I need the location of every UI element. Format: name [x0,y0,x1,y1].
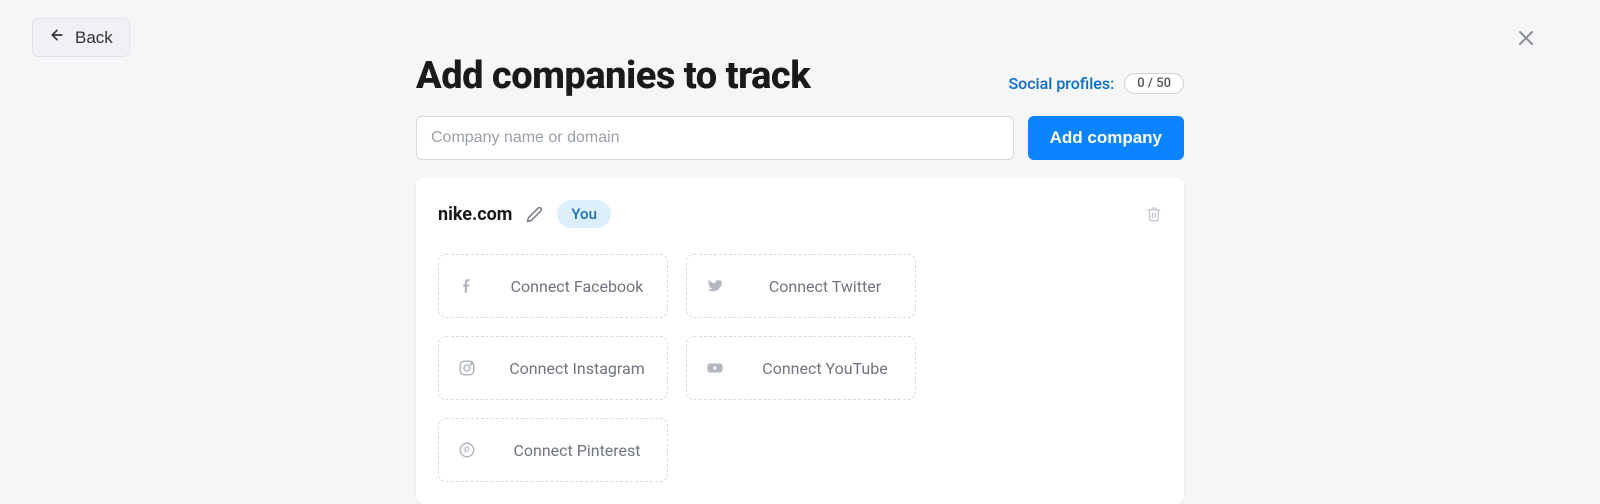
instagram-icon [457,359,477,377]
facebook-icon [457,277,477,295]
connect-instagram-label: Connect Instagram [505,359,649,378]
close-icon [1514,35,1538,54]
social-profiles-counter: Social profiles: 0 / 50 [1008,73,1184,98]
close-button[interactable] [1514,26,1538,54]
connect-pinterest[interactable]: Connect Pinterest [438,418,668,482]
social-profiles-count: 0 / 50 [1124,73,1184,94]
connect-facebook-label: Connect Facebook [505,277,649,296]
connect-youtube-label: Connect YouTube [753,359,897,378]
company-card: nike.com You [416,178,1184,504]
input-row: Add company [416,116,1184,160]
page-title: Add companies to track [416,54,810,98]
youtube-icon [705,359,725,377]
you-badge: You [557,200,611,228]
social-profiles-label: Social profiles: [1008,74,1114,93]
connect-grid: Connect Facebook Connect Twitter Connect… [438,254,1162,482]
connect-pinterest-label: Connect Pinterest [505,441,649,460]
connect-twitter[interactable]: Connect Twitter [686,254,916,318]
connect-facebook[interactable]: Connect Facebook [438,254,668,318]
arrow-left-icon [49,27,65,48]
delete-company-button[interactable] [1146,205,1162,223]
back-button-label: Back [75,28,113,48]
back-button[interactable]: Back [32,18,130,57]
twitter-icon [705,277,725,295]
trash-icon [1146,205,1162,223]
header-row: Add companies to track Social profiles: … [416,54,1184,98]
company-header: nike.com You [438,200,1162,228]
add-company-button[interactable]: Add company [1028,116,1184,160]
pinterest-icon [457,441,477,459]
connect-instagram[interactable]: Connect Instagram [438,336,668,400]
edit-icon[interactable] [526,206,543,223]
main-panel: Add companies to track Social profiles: … [416,0,1184,504]
connect-youtube[interactable]: Connect YouTube [686,336,916,400]
company-input[interactable] [416,116,1014,160]
connect-twitter-label: Connect Twitter [753,277,897,296]
company-name: nike.com [438,204,512,225]
